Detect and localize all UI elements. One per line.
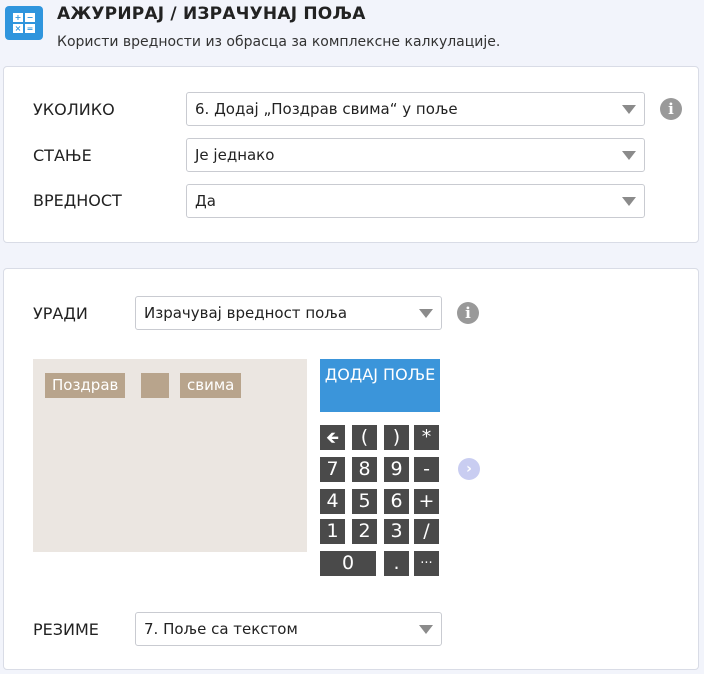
action-panel: УРАДИ Израчувај вредност поља i Поздрав … (3, 268, 699, 670)
key-3[interactable]: 3 (384, 519, 409, 544)
do-select[interactable]: Израчувај вредност поља (135, 296, 442, 330)
if-select-value: 6. Додај „Поздрав свима“ у поље (195, 100, 458, 118)
formula-editor[interactable]: Поздрав свима (33, 359, 307, 552)
page-subtitle: Користи вредности из обрасца за комплекс… (57, 34, 501, 50)
calculator-icon-minus: − (25, 13, 35, 22)
chevron-right-icon[interactable]: › (458, 458, 480, 480)
key-5[interactable]: 5 (352, 489, 377, 514)
add-field-button[interactable]: ДОДАЈ ПОЉЕ (320, 359, 440, 412)
state-select[interactable]: Је једнако (186, 138, 645, 172)
chevron-down-icon (622, 105, 636, 114)
value-select-value: Да (195, 192, 216, 210)
key-multiply[interactable]: * (414, 425, 439, 450)
chevron-down-icon (622, 197, 636, 206)
key-8[interactable]: 8 (352, 457, 377, 482)
if-label: УКОЛИКО (33, 100, 115, 119)
result-label: РЕЗИМЕ (33, 620, 99, 639)
page-title: АЖУРИРАЈ / ИЗРАЧУНАЈ ПОЉА (57, 4, 366, 24)
key-4[interactable]: 4 (320, 489, 345, 514)
key-close-paren[interactable]: ) (384, 425, 409, 450)
do-label: УРАДИ (33, 304, 88, 323)
key-7[interactable]: 7 (320, 457, 345, 482)
calculator-icon-equals: = (25, 24, 35, 33)
chevron-down-icon (419, 309, 433, 318)
state-label: СТАЊЕ (33, 146, 92, 165)
key-more[interactable]: ··· (414, 551, 439, 576)
formula-token[interactable]: Поздрав (45, 373, 126, 398)
calculator-icon: + − × = (5, 6, 43, 40)
key-1[interactable]: 1 (320, 519, 345, 544)
page-header: + − × = АЖУРИРАЈ / ИЗРАЧУНАЈ ПОЉА Корист… (0, 0, 704, 64)
state-select-value: Је једнако (195, 146, 275, 164)
do-select-value: Израчувај вредност поља (144, 304, 348, 322)
info-icon[interactable]: i (457, 302, 479, 324)
backspace-key[interactable]: 🡸 (320, 425, 345, 450)
chevron-down-icon (419, 625, 433, 634)
formula-token-space[interactable] (141, 373, 169, 398)
key-6[interactable]: 6 (384, 489, 409, 514)
key-divide[interactable]: / (414, 519, 439, 544)
calculator-icon-plus: + (13, 13, 23, 22)
key-open-paren[interactable]: ( (352, 425, 377, 450)
key-2[interactable]: 2 (352, 519, 377, 544)
key-plus[interactable]: + (414, 489, 439, 514)
if-select[interactable]: 6. Додај „Поздрав свима“ у поље (186, 92, 645, 126)
value-label: ВРЕДНОСТ (33, 191, 122, 210)
key-minus[interactable]: - (414, 457, 439, 482)
key-decimal[interactable]: . (384, 551, 409, 576)
condition-panel: УКОЛИКО 6. Додај „Поздрав свима“ у поље … (3, 66, 699, 243)
key-9[interactable]: 9 (384, 457, 409, 482)
result-select-value: 7. Поље са текстом (144, 620, 298, 638)
calculator-icon-times: × (13, 24, 23, 33)
key-0[interactable]: 0 (320, 551, 376, 576)
chevron-down-icon (622, 151, 636, 160)
info-icon[interactable]: i (660, 98, 682, 120)
result-select[interactable]: 7. Поље са текстом (135, 612, 442, 646)
value-select[interactable]: Да (186, 184, 645, 218)
formula-token[interactable]: свима (180, 373, 242, 398)
